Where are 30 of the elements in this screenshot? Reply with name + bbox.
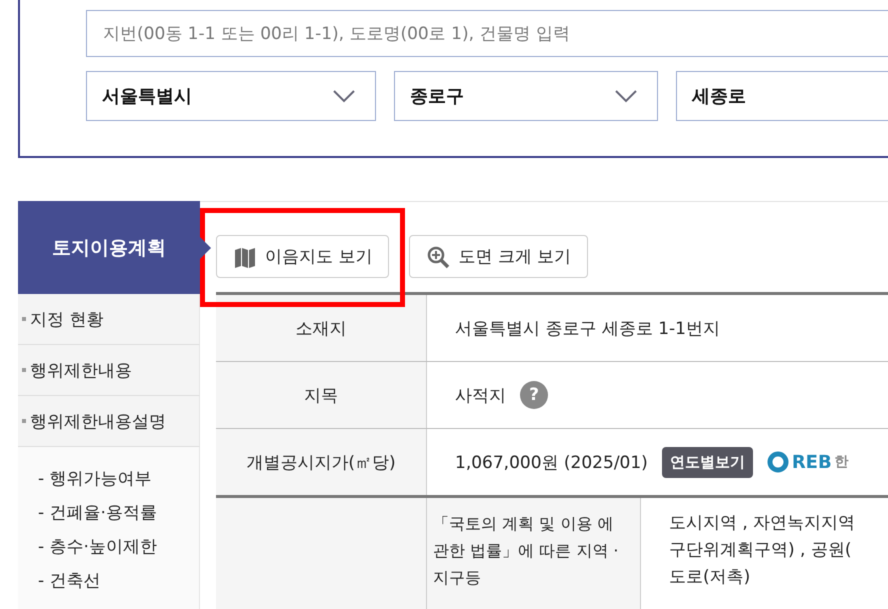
row-label: 지목 [216, 362, 426, 428]
cell-value: 서울특별시 종로구 세종로 1-1번지 [455, 318, 720, 338]
region-select[interactable]: 세종로 [676, 71, 888, 121]
zone-value: 구단위계획구역) , 공원( [669, 539, 852, 562]
sidebar-item[interactable]: 행위제한내용설명 [18, 396, 200, 447]
cell-value: 1,067,000원 (2025/01) [455, 452, 648, 474]
zone-label: 「국토의 계획 및 이용 에 관한 법률」에 따른 지역 · 지구등 [427, 498, 641, 609]
zoom-view-button[interactable]: 도면 크게 보기 [409, 235, 588, 278]
agency-logo: REB 한 [766, 451, 849, 473]
cell-value: 사적지 [455, 384, 506, 406]
sidebar-item[interactable]: 지정 현황 [18, 294, 200, 345]
zoom-in-icon [426, 244, 450, 268]
yearly-view-button[interactable]: 연도별보기 [662, 446, 753, 478]
sidebar-subitem[interactable]: - 층수·높이제한 [38, 529, 199, 563]
zone-value: 도로(저촉) [669, 566, 752, 589]
row-label: 개별공시지가(㎡당) [216, 428, 426, 496]
region-select[interactable]: 종로구 [394, 71, 658, 121]
region-select[interactable]: 서울특별시 [86, 71, 376, 121]
chevron-down-icon [333, 89, 355, 103]
sidebar-subitem[interactable]: - 건축선 [38, 563, 199, 597]
map-view-button[interactable]: 이음지도 보기 [216, 235, 390, 278]
sidebar-subitem[interactable]: - 건폐율·용적률 [38, 495, 199, 529]
sidebar-item[interactable]: 행위제한내용 [18, 345, 200, 396]
sidebar-subitem[interactable]: - 행위가능여부 [38, 461, 199, 495]
search-field[interactable]: 지번(00동 1-1 또는 00리 1-1), 도로명(00로 1), 건물명 입력 [86, 10, 888, 57]
help-button[interactable]: ? [520, 381, 548, 409]
chevron-down-icon [615, 89, 637, 103]
row-label: 소재지 [216, 294, 426, 362]
zone-value: 도시지역 , 자연녹지지역 [669, 512, 856, 535]
sidebar-title: 토지이용계획 [18, 201, 200, 294]
